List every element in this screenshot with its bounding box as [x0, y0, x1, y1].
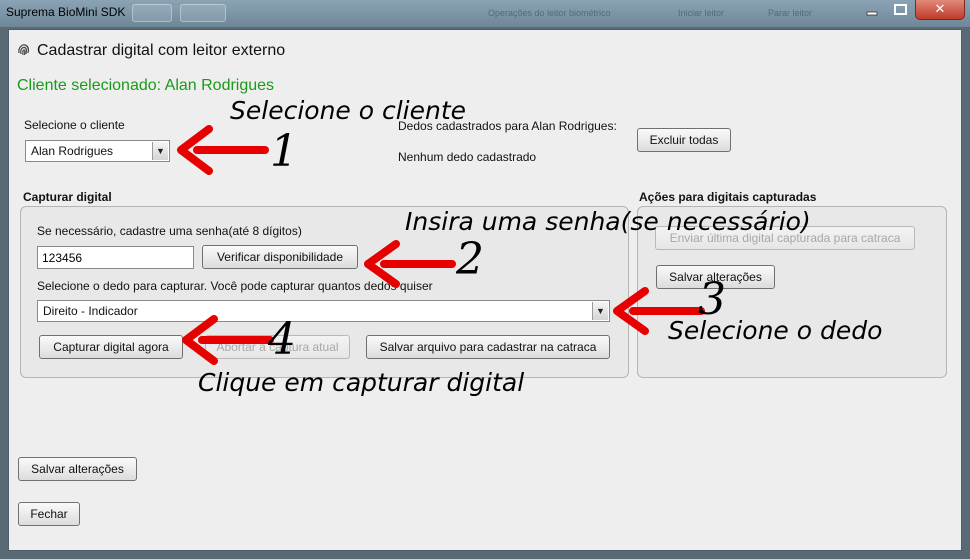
chevron-down-icon[interactable]: ▼ — [152, 142, 168, 160]
annotation-step2-number: 2 — [456, 234, 484, 285]
client-combobox-value: Alan Rodrigues — [31, 144, 114, 158]
capture-now-button[interactable]: Capturar digital agora — [39, 335, 183, 359]
client-select-label: Selecione o cliente — [24, 118, 125, 132]
window-titlebar[interactable]: Suprema BioMini SDK Operações do leitor … — [0, 0, 970, 27]
actions-panel-title: Ações para digitais capturadas — [639, 190, 817, 204]
finger-combobox[interactable]: Direito - Indicador ▼ — [37, 300, 610, 322]
chevron-down-icon[interactable]: ▼ — [592, 302, 608, 320]
maximize-icon — [894, 4, 907, 15]
background-toolbar-tab — [132, 4, 172, 22]
annotation-step4-number: 4 — [268, 314, 296, 365]
save-changes-button[interactable]: Salvar alterações — [18, 457, 137, 481]
delete-all-button[interactable]: Excluir todas — [637, 128, 731, 152]
password-label: Se necessário, cadastre uma senha(até 8 … — [37, 224, 302, 238]
verify-availability-button[interactable]: Verificar disponibilidade — [202, 245, 358, 269]
minimize-button[interactable] — [858, 0, 886, 19]
window-title: Suprema BioMini SDK — [6, 5, 126, 19]
annotation-step2-text: Insira uma senha(se necessário) — [405, 207, 811, 236]
password-field[interactable] — [37, 246, 194, 269]
save-file-button[interactable]: Salvar arquivo para cadastrar na catraca — [366, 335, 610, 359]
selected-client-label: Cliente selecionado: Alan Rodrigues — [17, 77, 275, 94]
background-hint-text: Parar leitor — [768, 8, 813, 18]
fingerprint-icon — [18, 44, 29, 56]
close-icon: ✕ — [934, 1, 946, 16]
finger-combobox-value: Direito - Indicador — [43, 304, 138, 318]
dialog-title: Cadastrar digital com leitor externo — [37, 42, 286, 59]
close-window-button[interactable]: ✕ — [915, 0, 965, 20]
registered-fingers-status: Nenhum dedo cadastrado — [398, 150, 537, 164]
capture-panel-title: Capturar digital — [23, 190, 112, 204]
annotation-step3-text: Selecione o dedo — [668, 316, 883, 345]
maximize-button[interactable] — [887, 0, 914, 19]
close-button[interactable]: Fechar — [18, 502, 80, 526]
background-toolbar-tab — [180, 4, 226, 22]
red-arrow-icon — [364, 240, 456, 288]
annotation-step1-text: Selecione o cliente — [230, 96, 467, 125]
minimize-icon — [866, 11, 878, 16]
red-arrow-icon — [177, 125, 269, 175]
annotation-step4-text: Clique em capturar digital — [198, 368, 525, 397]
client-combobox[interactable]: Alan Rodrigues ▼ — [25, 140, 170, 162]
annotation-step1-number: 1 — [270, 126, 298, 177]
background-hint-text: Operações do leitor biométrico — [488, 8, 611, 18]
red-arrow-icon — [182, 315, 274, 365]
background-hint-text: Iniciar leitor — [678, 8, 725, 18]
